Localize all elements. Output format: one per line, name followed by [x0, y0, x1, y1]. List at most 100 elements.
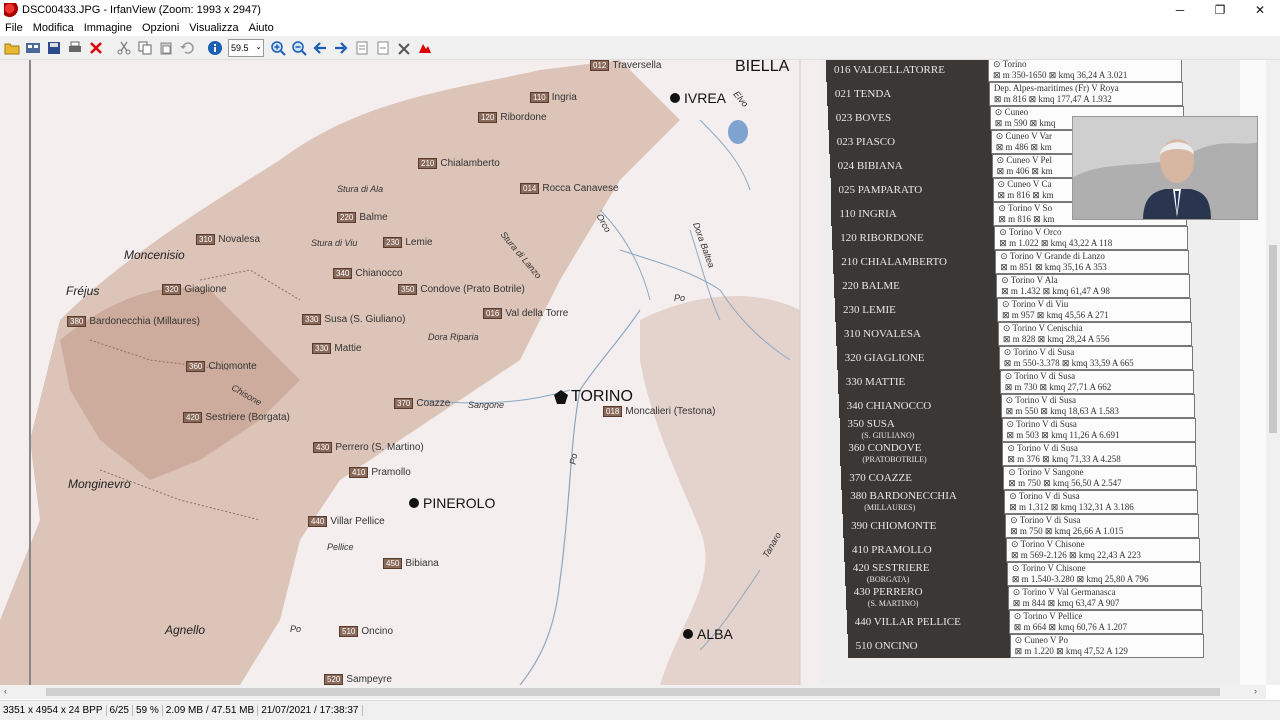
status-image-index: 6/25 [107, 705, 133, 716]
commune-name: 340 CHIANOCCO [838, 394, 1001, 418]
commune-info: ⊙ Torino V Chisone ⊠ m 569-2.126 ⊠ kmq 22… [1006, 538, 1200, 562]
commune-province: ⊙ Torino V di Susa [1006, 419, 1077, 429]
close-button[interactable]: ✕ [1240, 0, 1280, 20]
vertical-scrollbar[interactable] [1266, 60, 1280, 685]
commune-stats: ⊠ m 569-2.126 ⊠ kmq 22,43 A 223 [1011, 550, 1141, 560]
pass-frejus: Fréjus [66, 284, 100, 298]
commune-name-text: 023 BOVES [835, 112, 892, 124]
open-folder-icon[interactable] [2, 38, 22, 58]
save-icon[interactable] [44, 38, 64, 58]
city-pinerolo: PINEROLO [409, 495, 495, 511]
chevron-down-icon: ⌄ [255, 41, 262, 51]
commune-stats: ⊠ m 1.312 ⊠ kmq 132,31 A 3.186 [1009, 502, 1134, 512]
commune-province: ⊙ Torino V Chisone [1011, 563, 1086, 573]
commune-province: ⊙ Torino V Grande di Lanzo [1000, 251, 1105, 261]
copy-icon[interactable] [135, 38, 155, 58]
commune-name-text: 380 BARDONECCHIA [850, 490, 957, 502]
horizontal-scrollbar[interactable]: ‹ › [0, 685, 1266, 699]
menu-immagine[interactable]: Immagine [79, 22, 137, 34]
status-datetime: 21/07/2021 / 17:38:37 [258, 705, 363, 716]
table-row: 380 BARDONECCHIA (MILLAURES) ⊙ Torino V di… [842, 490, 1199, 514]
horizontal-scroll-thumb[interactable] [46, 688, 1220, 696]
commune-name: 410 PRAMOLLO [844, 538, 1006, 562]
paste-icon[interactable] [156, 38, 176, 58]
commune-name-text: 360 CONDOVE [848, 442, 922, 454]
menu-opzioni[interactable]: Opzioni [137, 22, 184, 34]
thumbnails-icon[interactable] [23, 38, 43, 58]
zoom-in-icon[interactable] [268, 38, 288, 58]
table-row: 340 CHIANOCCO ⊙ Torino V di Susa ⊠ m 550 ⊠… [838, 394, 1195, 418]
map-label: 420 Sestriere (Borgata) [183, 412, 290, 423]
map-label: 012 Traversella [590, 60, 661, 71]
irfanview-logo-icon[interactable] [415, 38, 435, 58]
table-row: 440 VILLAR PELLICE ⊙ Torino V Pellice ⊠ m … [846, 610, 1203, 634]
next-image-icon[interactable] [331, 38, 351, 58]
commune-name: 430 PERRERO (S. MARTINO) [845, 586, 1008, 610]
map-label: 230 Lemie [383, 237, 433, 248]
table-row: 330 MATTIE ⊙ Torino V di Susa ⊠ m 730 ⊠ km… [837, 370, 1194, 394]
print-icon[interactable] [65, 38, 85, 58]
commune-name-text: 110 INGRIA [839, 208, 897, 220]
commune-stats: ⊠ m 503 ⊠ kmq 11,26 A 6.691 [1006, 430, 1120, 440]
commune-stats: ⊠ m 1.022 ⊠ kmq 43,22 A 118 [999, 238, 1113, 248]
commune-info: ⊙ Torino V Pellice ⊠ m 664 ⊠ kmq 60,76 A … [1008, 610, 1203, 634]
copy-to-icon[interactable] [352, 38, 372, 58]
commune-subtitle: (S. GIULIANO) [861, 431, 915, 440]
commune-name-text: 440 VILLAR PELLICE [854, 616, 961, 628]
commune-stats: ⊠ m 1.432 ⊠ kmq 61,47 A 98 [1001, 286, 1110, 296]
settings-icon[interactable] [394, 38, 414, 58]
zoom-select[interactable]: 59.5 ⌄ [228, 38, 264, 57]
previous-image-icon[interactable] [310, 38, 330, 58]
commune-province: ⊙ Torino V Pellice [1013, 611, 1083, 621]
commune-province: ⊙ Torino V Ala [1001, 275, 1058, 285]
menu-aiuto[interactable]: Aiuto [244, 22, 279, 34]
commune-name: 360 CONDOVE (PRATOBOTRILE) [840, 442, 1003, 466]
move-to-icon[interactable] [373, 38, 393, 58]
city-dot-icon [409, 498, 419, 508]
vertical-scroll-thumb[interactable] [1269, 245, 1277, 433]
delete-icon[interactable] [86, 38, 106, 58]
commune-subtitle: (S. MARTINO) [867, 599, 919, 608]
table-row: 120 RIBORDONE ⊙ Torino V Orco ⊠ m 1.022 ⊠ … [832, 226, 1189, 250]
map-label: 510 Oncino [339, 626, 393, 637]
image-viewport[interactable]: BIELLA IVREA TORINO PINEROLO ALBA Moncen… [0, 60, 1266, 685]
commune-stats: ⊠ m 664 ⊠ kmq 60,76 A 1.207 [1013, 622, 1128, 632]
minimize-button[interactable]: ─ [1160, 0, 1200, 20]
commune-subtitle: (MILLAURES) [864, 503, 916, 512]
river-label: Stura di Ala [337, 184, 384, 194]
commune-name: 310 NOVALESA [835, 322, 998, 346]
commune-info: ⊙ Torino V di Susa ⊠ m 750 ⊠ kmq 26,66 A … [1005, 514, 1200, 538]
title-bar: DSC00433.JPG - IrfanView (Zoom: 1993 x 2… [0, 0, 1280, 20]
commune-name-text: 410 PRAMOLLO [852, 544, 932, 556]
commune-name-text: 370 COAZZE [849, 472, 912, 484]
cut-icon[interactable] [114, 38, 134, 58]
status-dimensions: 3351 x 4954 x 24 BPP [0, 705, 107, 716]
commune-info: ⊙ Torino V Cenischia ⊠ m 828 ⊠ kmq 28,24 … [997, 322, 1192, 346]
menu-visualizza[interactable]: Visualizza [184, 22, 243, 34]
scroll-right-icon[interactable]: › [1254, 686, 1257, 696]
map-label: 520 Sampeyre [324, 674, 392, 685]
commune-name: 021 TENDA [826, 82, 989, 106]
commune-stats: ⊠ m 851 ⊠ kmq 35,16 A 353 [1000, 262, 1107, 272]
info-icon[interactable] [205, 38, 225, 58]
commune-subtitle: (BORGATA) [866, 575, 910, 584]
map-label: 210 Chialamberto [418, 158, 500, 169]
zoom-out-icon[interactable] [289, 38, 309, 58]
scroll-left-icon[interactable]: ‹ [4, 686, 7, 696]
commune-province: ⊙ Torino V di Susa [1004, 371, 1076, 381]
commune-info: ⊙ Torino V di Susa ⊠ m 503 ⊠ kmq 11,26 A … [1001, 418, 1196, 442]
commune-province: ⊙ Torino V di Susa [1003, 347, 1075, 357]
undo-icon[interactable] [177, 38, 197, 58]
commune-info: ⊙ Torino V di Susa ⊠ m 376 ⊠ kmq 71,33 A … [1002, 442, 1197, 466]
status-file-size: 2.09 MB / 47.51 MB [163, 705, 259, 716]
commune-stats: ⊠ m 750 ⊠ kmq 56,50 A 2.547 [1008, 478, 1122, 488]
commune-info: ⊙ Torino V Grande di Lanzo ⊠ m 851 ⊠ kmq … [995, 250, 1190, 274]
commune-name-text: 021 TENDA [834, 88, 892, 100]
commune-name: 380 BARDONECCHIA (MILLAURES) [842, 490, 1005, 514]
maximize-button[interactable]: ❐ [1200, 0, 1240, 20]
menu-modifica[interactable]: Modifica [28, 22, 79, 34]
commune-name: 016 VALOELLATORRE [826, 60, 988, 82]
menu-file[interactable]: File [0, 22, 28, 34]
commune-name-text: 390 CHIOMONTE [851, 520, 937, 532]
map-label: 350 Condove (Prato Botrile) [398, 284, 525, 295]
